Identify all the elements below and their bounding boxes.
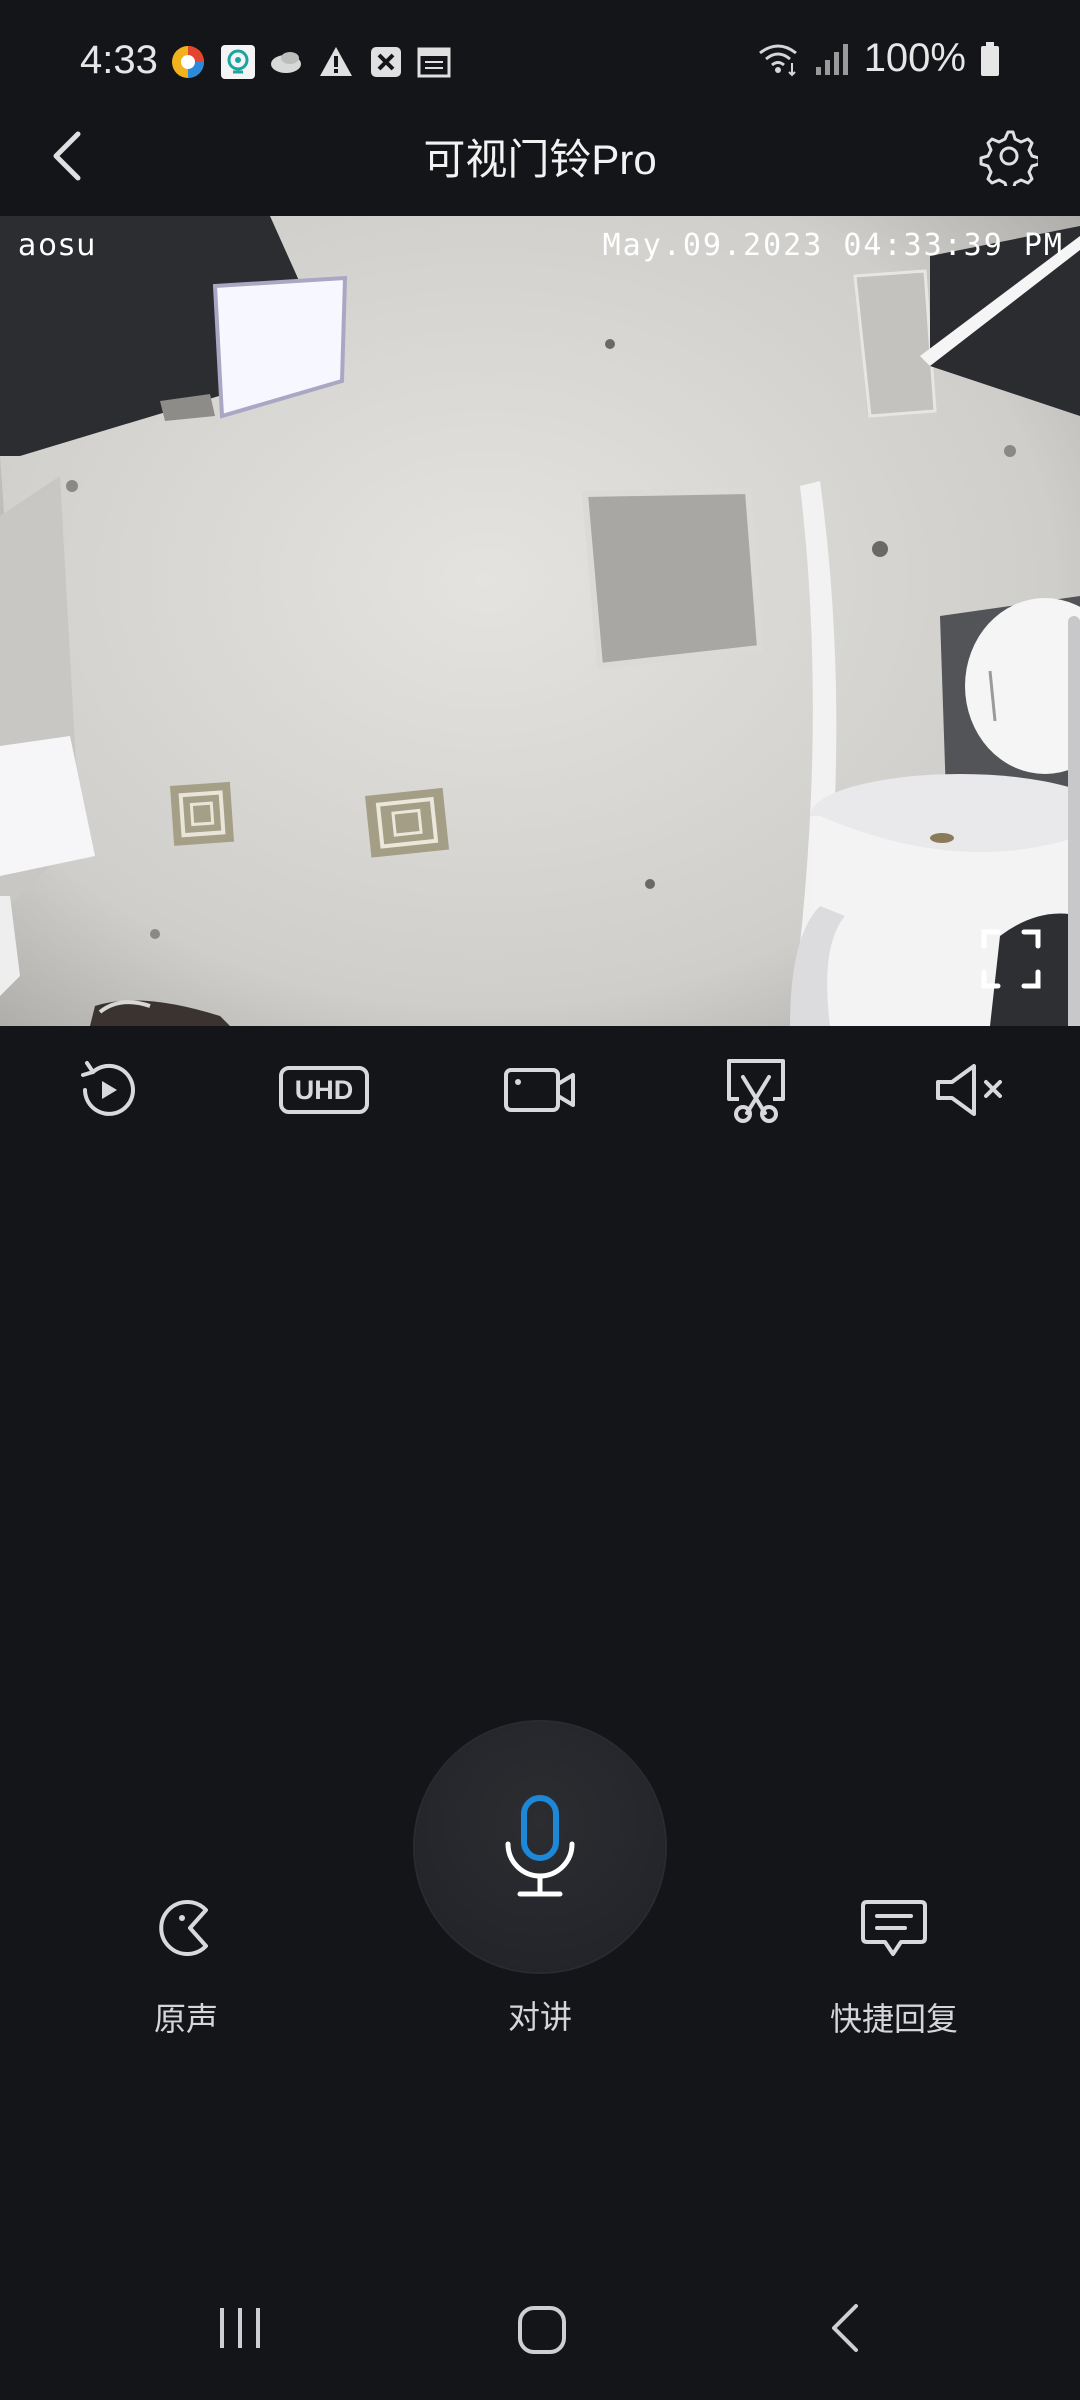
battery-icon — [981, 41, 999, 76]
brand-logo-text: aosu — [18, 228, 98, 263]
chat-bubble-icon — [861, 1900, 927, 1956]
status-time: 4:33 — [80, 38, 158, 82]
video-timestamp: May.09.2023 04:33:39 PM — [602, 228, 1064, 263]
signal-icon — [815, 43, 848, 75]
microphone-icon — [505, 1795, 575, 1897]
settings-gear-icon[interactable] — [978, 126, 1038, 186]
live-video-feed[interactable]: aosu May.09.2023 04:33:39 PM — [0, 216, 1080, 1026]
status-bar: 4:33 100% — [0, 0, 1080, 126]
status-right-group: 100% — [756, 36, 1000, 81]
quick-reply-button[interactable] — [774, 1896, 1014, 1976]
speaker-muted-icon — [936, 1064, 1002, 1116]
recent-apps-icon[interactable] — [212, 2300, 268, 2356]
talk-button[interactable] — [415, 1722, 665, 1972]
battery-percentage: 100% — [863, 36, 966, 80]
cloud-icon — [271, 52, 301, 73]
home-icon[interactable] — [512, 2300, 572, 2360]
fullscreen-icon[interactable] — [980, 928, 1042, 990]
mute-button[interactable] — [912, 1050, 1032, 1130]
screenshot-scissors-icon — [727, 1059, 785, 1123]
talk-label: 对讲 — [507, 1999, 572, 2035]
page-title: 可视门铃Pro — [423, 136, 657, 183]
playback-history-button[interactable] — [48, 1050, 168, 1130]
quick-reply-label: 快捷回复 — [829, 2001, 958, 2037]
screenshot-button[interactable] — [696, 1050, 816, 1130]
maps-pin-icon — [221, 45, 255, 79]
voice-pacman-icon — [159, 1900, 208, 1956]
warning-icon — [320, 47, 352, 76]
original-voice-button[interactable] — [66, 1896, 306, 1976]
colorful-app-icon — [172, 46, 204, 78]
original-voice-label: 原声 — [153, 2001, 218, 2037]
wifi-icon — [758, 44, 797, 76]
close-box-icon — [371, 47, 401, 77]
video-camera-icon — [504, 1068, 575, 1112]
record-video-button[interactable] — [480, 1050, 600, 1130]
replay-icon — [81, 1061, 135, 1116]
nav-back-icon[interactable] — [820, 2300, 876, 2356]
uhd-label: UHD — [279, 1066, 369, 1114]
camera-scene-image — [0, 216, 1080, 1026]
uhd-quality-button[interactable]: UHD — [264, 1050, 384, 1130]
calendar-icon — [417, 47, 451, 78]
